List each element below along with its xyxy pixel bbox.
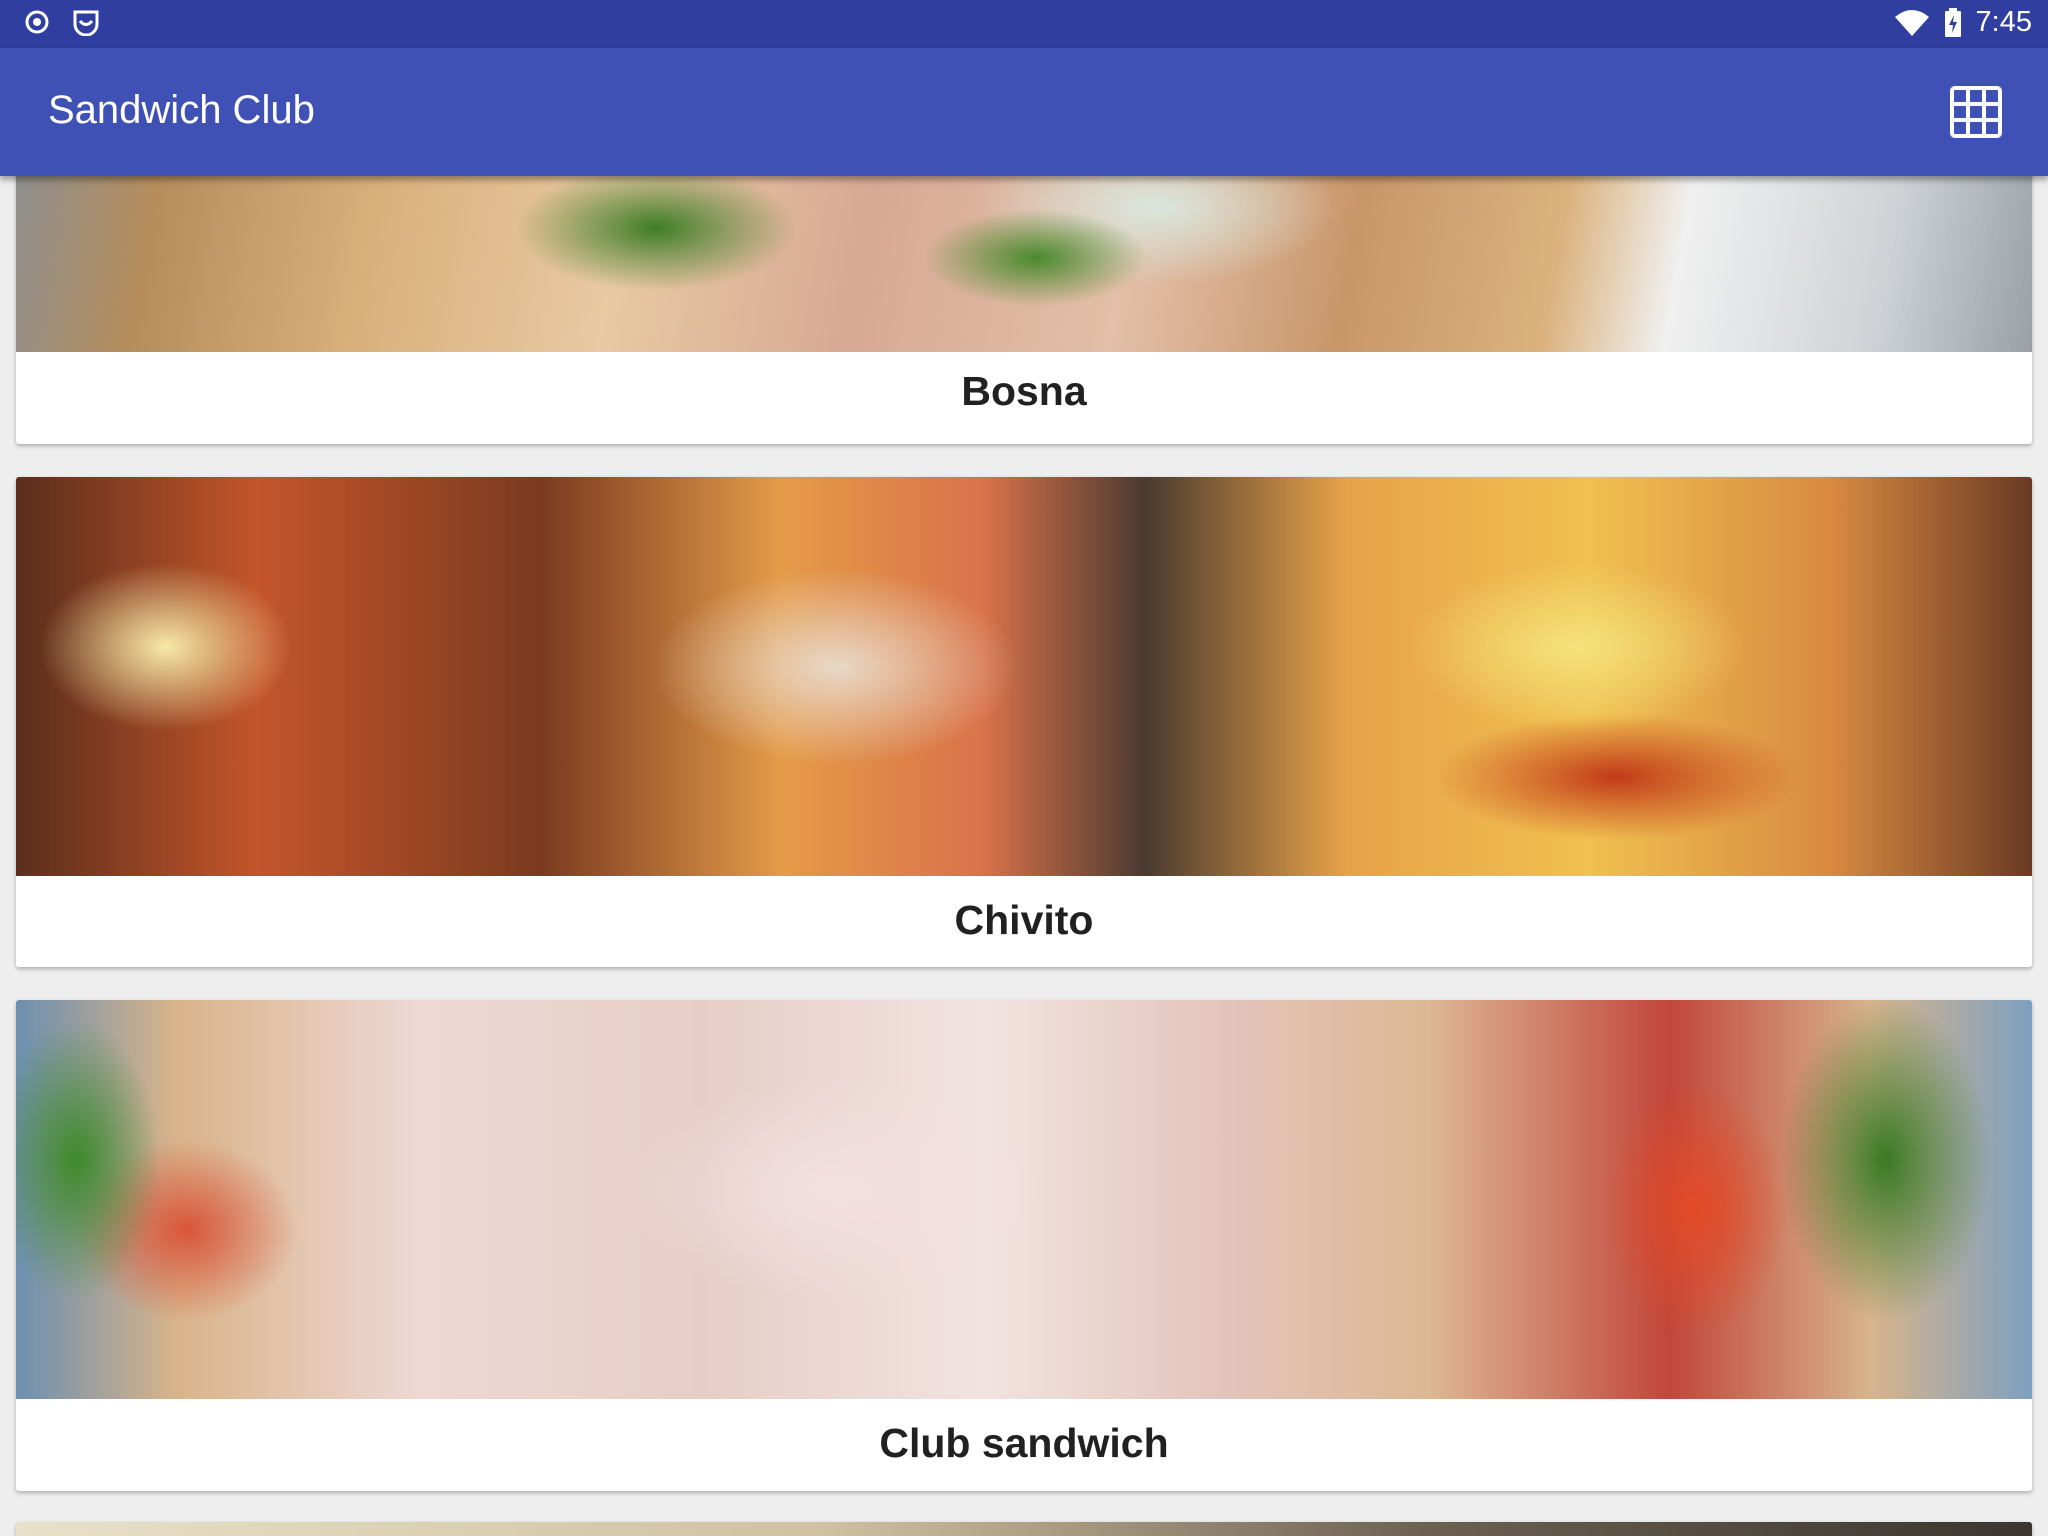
- sandwich-image: [16, 477, 2032, 876]
- sandwich-card-chivito[interactable]: Chivito: [16, 477, 2032, 967]
- app-title: Sandwich Club: [48, 88, 315, 132]
- sandwich-card-club-sandwich[interactable]: Club sandwich: [16, 1000, 2032, 1491]
- sandwich-image: [16, 1000, 2032, 1399]
- sandwich-card-bosna[interactable]: Bosna: [16, 176, 2032, 444]
- grid-view-icon[interactable]: [1948, 84, 2004, 140]
- status-bar: 7:45: [0, 0, 2048, 48]
- app-bar: Sandwich Club: [0, 48, 2048, 176]
- sandwich-name: Chivito: [954, 897, 1094, 943]
- sandwich-list[interactable]: Bosna Chivito Club sandwich: [0, 176, 2048, 1536]
- sandwich-name: Club sandwich: [879, 1420, 1169, 1466]
- circle-dot-icon: [25, 10, 49, 34]
- sandwich-image: [16, 176, 2032, 352]
- battery-charging-icon: [1944, 7, 1961, 37]
- wifi-icon: [1894, 9, 1929, 36]
- sandwich-card-partial[interactable]: [16, 1522, 2032, 1536]
- sandwich-name: Bosna: [961, 368, 1087, 414]
- smiley-notification-icon: [73, 10, 99, 36]
- status-time: 7:45: [1975, 6, 2032, 38]
- sandwich-image: [16, 1522, 2032, 1536]
